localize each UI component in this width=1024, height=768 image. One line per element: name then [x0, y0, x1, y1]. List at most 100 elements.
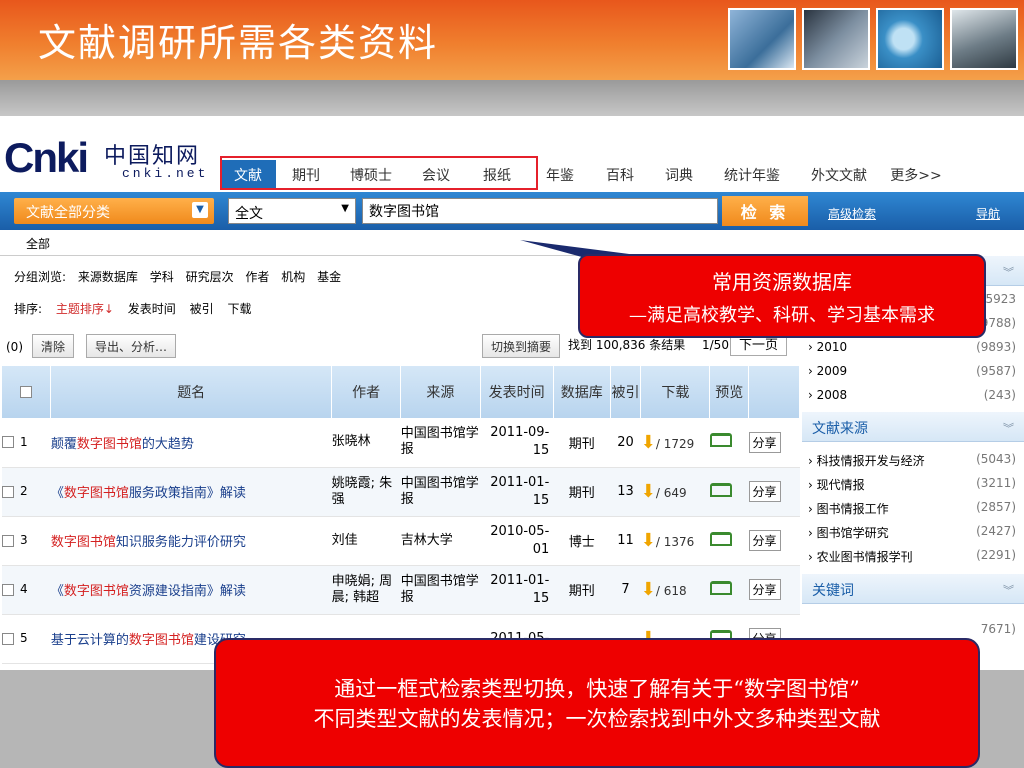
export-button[interactable]: 导出、分析…	[86, 334, 177, 358]
tab-baike[interactable]: 百科	[592, 160, 648, 188]
side-item-year[interactable]: › 2008 (243)	[802, 386, 1024, 408]
category-select[interactable]: 文献全部分类 ▼	[14, 198, 214, 224]
download-icon[interactable]: ⬇	[641, 530, 656, 551]
title-prefix: 《	[50, 486, 64, 501]
header-database[interactable]: 数据库	[553, 366, 611, 418]
header-date[interactable]: 发表时间	[480, 366, 554, 418]
side-header-keywords[interactable]: 关键词 ︾	[802, 574, 1024, 604]
all-filter[interactable]: 全部	[0, 232, 800, 254]
row-share-cell: 分享	[748, 516, 800, 566]
row-checkbox[interactable]	[2, 632, 14, 645]
side-item-count: (2857)	[976, 500, 1016, 514]
tab-tongjinianjian[interactable]: 统计年鉴	[710, 160, 794, 188]
group-source-db[interactable]: 来源数据库	[78, 270, 138, 284]
share-button[interactable]: 分享	[748, 481, 781, 502]
side-item-source[interactable]: › 农业图书情报学刊 (2291)	[802, 546, 1024, 568]
side-item-count: (243)	[983, 388, 1016, 402]
share-button[interactable]: 分享	[748, 530, 781, 551]
chevron-double-down-icon[interactable]: ︾	[1003, 582, 1014, 598]
row-source[interactable]: 吉林大学	[400, 516, 481, 566]
side-item-source[interactable]: › 图书馆学研究 (2427)	[802, 522, 1024, 544]
share-button[interactable]: 分享	[748, 579, 781, 600]
row-number: 3	[20, 533, 28, 547]
side-item-label: 2009	[816, 364, 848, 378]
header-photo-classroom	[950, 8, 1018, 70]
sort-topic[interactable]: 主题排序↓	[56, 302, 114, 316]
header-photo-computer	[802, 8, 870, 70]
header-download[interactable]: 下载	[640, 366, 711, 418]
group-fund[interactable]: 基金	[317, 270, 341, 284]
select-all-checkbox[interactable]	[20, 386, 33, 398]
switch-summary-button[interactable]: 切换到摘要	[482, 334, 561, 358]
row-select-cell: 3	[2, 516, 51, 566]
search-button[interactable]: 检 索	[722, 196, 808, 226]
side-header-sources[interactable]: 文献来源 ︾	[802, 412, 1024, 442]
row-author[interactable]: 申晓娟; 周晨; 韩超	[331, 565, 401, 615]
sort-download[interactable]: 下载	[227, 302, 251, 316]
row-cited[interactable]: 11	[610, 516, 641, 566]
selected-count: (0)	[6, 340, 23, 354]
side-item-source[interactable]: › 现代情报 (3211)	[802, 474, 1024, 496]
side-item-source[interactable]: › 科技情报开发与经济 (5043)	[802, 450, 1024, 472]
row-checkbox[interactable]	[2, 485, 14, 498]
row-checkbox[interactable]	[2, 583, 14, 596]
group-level[interactable]: 研究层次	[186, 270, 234, 284]
navigation-link[interactable]: 导航	[976, 205, 1000, 222]
row-download-count: / 1729	[655, 436, 695, 451]
search-input[interactable]	[362, 198, 718, 224]
group-subject[interactable]: 学科	[150, 270, 174, 284]
share-button[interactable]: 分享	[748, 431, 781, 453]
row-share-cell: 分享	[748, 565, 800, 615]
tab-more[interactable]: 更多>>	[884, 160, 948, 188]
row-source[interactable]: 中国图书馆学报	[400, 467, 481, 517]
header-title[interactable]: 题名	[50, 366, 333, 418]
header-author[interactable]: 作者	[331, 366, 402, 418]
preview-book-icon[interactable]	[709, 482, 732, 497]
row-author[interactable]: 张晓林	[331, 418, 401, 468]
preview-book-icon[interactable]	[709, 580, 732, 595]
tab-cidian[interactable]: 词典	[648, 160, 710, 188]
side-item-source[interactable]: › 图书情报工作 (2857)	[802, 498, 1024, 520]
download-icon[interactable]: ⬇	[641, 579, 656, 600]
row-cited[interactable]: 7	[610, 565, 641, 615]
row-database: 期刊	[553, 418, 611, 468]
side-item-label: 图书馆学研究	[816, 526, 889, 540]
group-browse-row: 分组浏览: 来源数据库 学科 研究层次 作者 机构 基金	[14, 268, 349, 285]
cnki-logo[interactable]: Cnki 中国知网 cnki.net	[4, 134, 214, 190]
side-item-count: 7671)	[980, 622, 1016, 636]
chevron-double-down-icon[interactable]: ︾	[1003, 264, 1014, 280]
title-suffix: 的大趋势	[141, 436, 194, 452]
scope-select[interactable]: 全文 ▼	[228, 198, 356, 224]
row-title[interactable]: 数字图书馆知识服务能力评价研究	[50, 516, 332, 566]
row-author[interactable]: 刘佳	[331, 516, 401, 566]
download-icon[interactable]: ⬇	[641, 481, 656, 502]
row-checkbox[interactable]	[2, 534, 14, 547]
row-checkbox[interactable]	[2, 436, 14, 449]
row-cited[interactable]: 13	[610, 467, 641, 517]
row-author[interactable]: 姚晓霞; 朱强	[331, 467, 401, 517]
sort-date[interactable]: 发表时间	[128, 302, 176, 316]
sort-cited[interactable]: 被引	[190, 302, 214, 316]
group-institution[interactable]: 机构	[281, 270, 305, 284]
clear-button[interactable]: 清除	[32, 334, 75, 358]
side-item-year[interactable]: › 2009 (9587)	[802, 362, 1024, 384]
table-row: 4 《数字图书馆资源建设指南》解读 申晓娟; 周晨; 韩超 中国图书馆学报 20…	[2, 565, 800, 615]
row-source[interactable]: 中国图书馆学报	[400, 418, 481, 468]
logo-domain-text: cnki.net	[122, 166, 209, 181]
preview-book-icon[interactable]	[709, 531, 732, 546]
row-title[interactable]: 颠覆数字图书馆的大趋势	[50, 418, 332, 468]
header-cited[interactable]: 被引	[610, 366, 642, 418]
row-cited[interactable]: 20	[610, 418, 641, 468]
preview-book-icon[interactable]	[709, 433, 732, 448]
group-author[interactable]: 作者	[245, 270, 269, 284]
advanced-search-link[interactable]: 高级检索	[828, 205, 876, 222]
row-source[interactable]: 中国图书馆学报	[400, 565, 481, 615]
download-icon[interactable]: ⬇	[641, 432, 656, 453]
group-browse-label: 分组浏览:	[14, 270, 67, 284]
row-title[interactable]: 《数字图书馆服务政策指南》解读	[50, 467, 332, 517]
row-title[interactable]: 《数字图书馆资源建设指南》解读	[50, 565, 332, 615]
side-item-year[interactable]: › 2010 (9893)	[802, 338, 1024, 360]
chevron-double-down-icon[interactable]: ︾	[1003, 420, 1014, 436]
tab-waiwenwenxian[interactable]: 外文文献	[794, 160, 884, 188]
header-source[interactable]: 来源	[400, 366, 481, 418]
